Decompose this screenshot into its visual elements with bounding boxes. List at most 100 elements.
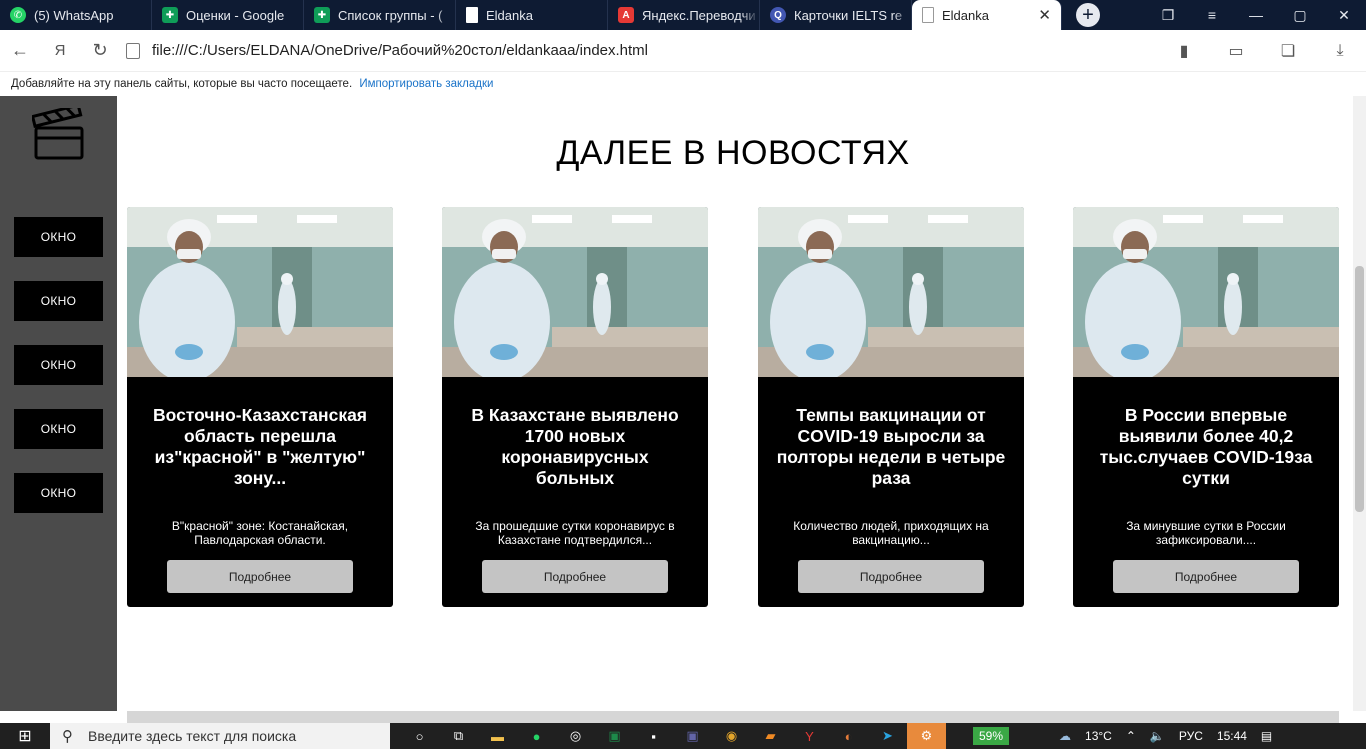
task-view-icon[interactable]: ⧉ — [439, 723, 478, 749]
url-field[interactable]: file:///C:/Users/ELDANA/OneDrive/Рабочий… — [126, 42, 648, 59]
volume-icon[interactable]: 🔈 — [1150, 729, 1165, 743]
sidebar-button-2[interactable]: ОКНО — [14, 281, 103, 321]
clock[interactable]: 15:44 — [1217, 729, 1247, 743]
tab-label: (5) WhatsApp — [34, 7, 114, 23]
tab-label: Eldanka — [486, 7, 533, 23]
tab-whatsapp[interactable]: ✆ (5) WhatsApp — [0, 0, 152, 30]
tray-chevron-icon[interactable]: ⌃ — [1126, 729, 1136, 743]
telegram-icon[interactable]: ➤ — [868, 723, 907, 749]
news-photo — [442, 207, 708, 377]
paint-icon[interactable]: ◐ — [829, 723, 868, 749]
new-tab-button[interactable]: + — [1076, 3, 1100, 27]
card-description: За минувшие сутки в России зафиксировали… — [1126, 519, 1286, 547]
card-title: Темпы вакцинации от COVID-19 выросли за … — [776, 405, 1006, 488]
reload-icon[interactable]: ↻ — [80, 31, 120, 71]
sidebar: ОКНО ОКНО ОКНО ОКНО ОКНО — [0, 96, 117, 711]
tab-group-list-sheet[interactable]: ✚ Список группы - ( — [304, 0, 456, 30]
card-title: В Казахстане выявлено 1700 новых коронав… — [471, 405, 679, 488]
more-button[interactable]: Подробнее — [482, 560, 668, 593]
sidebar-button-1[interactable]: ОКНО — [14, 217, 103, 257]
tab-label: Eldanka — [942, 7, 989, 23]
sheets-icon: ✚ — [314, 7, 330, 23]
sidebar-button-4[interactable]: ОКНО — [14, 409, 103, 449]
bookmark-icon[interactable]: ▮ — [1158, 41, 1210, 61]
tab-yandex-translate[interactable]: A Яндекс.Переводчи — [608, 0, 760, 30]
file-explorer-icon[interactable]: ▬ — [478, 723, 517, 749]
bookmarks-bar: Добавляйте на эту панель сайты, которые … — [0, 72, 1366, 96]
quizlet-icon: Q — [770, 7, 786, 23]
yandex-icon[interactable]: Y — [790, 723, 829, 749]
tab-label: Оценки - Google — [186, 7, 285, 23]
search-icon: ⚲ — [62, 728, 73, 745]
more-button[interactable]: Подробнее — [1113, 560, 1299, 593]
card-description: Количество людей, приходящих на вакцинац… — [793, 519, 989, 547]
file-icon — [922, 7, 934, 23]
menu-icon[interactable]: ≡ — [1190, 0, 1234, 30]
address-bar: ← Я ↻ file:///C:/Users/ELDANA/OneDrive/Р… — [0, 30, 1366, 72]
collections-icon[interactable]: ❏ — [1262, 41, 1314, 61]
tabs-overview-icon[interactable]: ❐ — [1146, 0, 1190, 30]
file-icon — [466, 7, 478, 23]
more-button[interactable]: Подробнее — [167, 560, 353, 593]
news-photo — [1073, 207, 1339, 377]
tab-eldanka[interactable]: Eldanka — [456, 0, 608, 30]
news-section: ДАЛЕЕ В НОВОСТЯХ Восточно-Казахстанская … — [117, 96, 1353, 711]
card-title: В России впервые выявили более 40,2 тыс.… — [1099, 405, 1313, 488]
tab-quizlet[interactable]: Q Карточки IELTS re — [760, 0, 912, 30]
chrome-icon[interactable]: ◉ — [712, 723, 751, 749]
whatsapp-icon: ✆ — [10, 7, 26, 23]
download-icon[interactable]: ⤓ — [1314, 42, 1366, 60]
notifications-icon[interactable]: ▤ — [1261, 729, 1272, 743]
card-description: В"красной" зоне: Костанайская, Павлодарс… — [171, 519, 349, 547]
news-photo — [127, 207, 393, 377]
card-title: Восточно-Казахстанская область перешла и… — [152, 405, 368, 488]
whatsapp-icon[interactable]: ● — [517, 723, 556, 749]
temperature[interactable]: 13°C — [1085, 729, 1112, 743]
settings-icon[interactable]: ⚙ — [907, 723, 946, 749]
sidebar-button-5[interactable]: ОКНО — [14, 473, 103, 513]
import-bookmarks-link[interactable]: Импортировать закладки — [359, 78, 493, 90]
pycharm-icon[interactable]: ▪ — [634, 723, 673, 749]
tab-strip: ✆ (5) WhatsApp ✚ Оценки - Google ✚ Списо… — [0, 0, 1366, 30]
windows-start-icon[interactable]: ⊞ — [0, 726, 50, 746]
system-tray: 59% ☁ 13°C ⌃ 🔈 РУС 15:44 ▤ — [973, 723, 1286, 749]
language-indicator[interactable]: РУС — [1179, 729, 1203, 743]
taskbar-search[interactable]: ⚲ Введите здесь текст для поиска — [50, 723, 390, 749]
tab-eldanka-active[interactable]: Eldanka ✕ — [912, 0, 1062, 30]
sublime-icon[interactable]: ▰ — [751, 723, 790, 749]
minimize-icon[interactable]: — — [1234, 0, 1278, 30]
tab-label: Список группы - ( — [338, 7, 443, 23]
clapperboard-icon — [32, 108, 84, 160]
battery-indicator[interactable]: 59% — [973, 727, 1010, 745]
tab-grades-sheet[interactable]: ✚ Оценки - Google — [152, 0, 304, 30]
yandex-translate-icon: A — [618, 7, 634, 23]
taskbar-apps: ○ ⧉ ▬ ● ◎ ▣ ▪ ▣ ◉ ▰ Y ◐ ➤ ⚙ — [400, 723, 946, 749]
news-card: Темпы вакцинации от COVID-19 выросли за … — [758, 207, 1024, 607]
yandex-icon[interactable]: Я — [40, 31, 80, 71]
sheets-icon: ✚ — [162, 7, 178, 23]
back-icon[interactable]: ← — [0, 31, 40, 71]
more-button[interactable]: Подробнее — [798, 560, 984, 593]
news-photo — [758, 207, 1024, 377]
news-card: Восточно-Казахстанская область перешла и… — [127, 207, 393, 607]
maximize-icon[interactable]: ▢ — [1278, 0, 1322, 30]
instagram-icon[interactable]: ◎ — [556, 723, 595, 749]
teams-icon[interactable]: ▣ — [673, 723, 712, 749]
excel-icon[interactable]: ▣ — [595, 723, 634, 749]
file-icon — [126, 42, 140, 59]
scrollbar-thumb[interactable] — [1355, 266, 1364, 512]
section-heading: ДАЛЕЕ В НОВОСТЯХ — [556, 134, 910, 172]
close-window-icon[interactable]: ✕ — [1322, 0, 1366, 30]
sidebar-button-3[interactable]: ОКНО — [14, 345, 103, 385]
tab-label: Карточки IELTS re — [794, 7, 903, 23]
close-tab-icon[interactable]: ✕ — [1038, 6, 1051, 24]
weather-icon: ☁ — [1059, 729, 1072, 743]
news-card: В Казахстане выявлено 1700 новых коронав… — [442, 207, 708, 607]
tab-label: Яндекс.Переводчи — [642, 7, 756, 23]
news-card: В России впервые выявили более 40,2 тыс.… — [1073, 207, 1339, 607]
footer-strip — [127, 711, 1339, 723]
cortana-icon[interactable]: ○ — [400, 723, 439, 749]
battery-saver-icon[interactable]: ▭ — [1210, 41, 1262, 61]
bookmarks-hint: Добавляйте на эту панель сайты, которые … — [11, 78, 353, 90]
card-description: За прошедшие сутки коронавирус в Казахст… — [475, 519, 675, 547]
